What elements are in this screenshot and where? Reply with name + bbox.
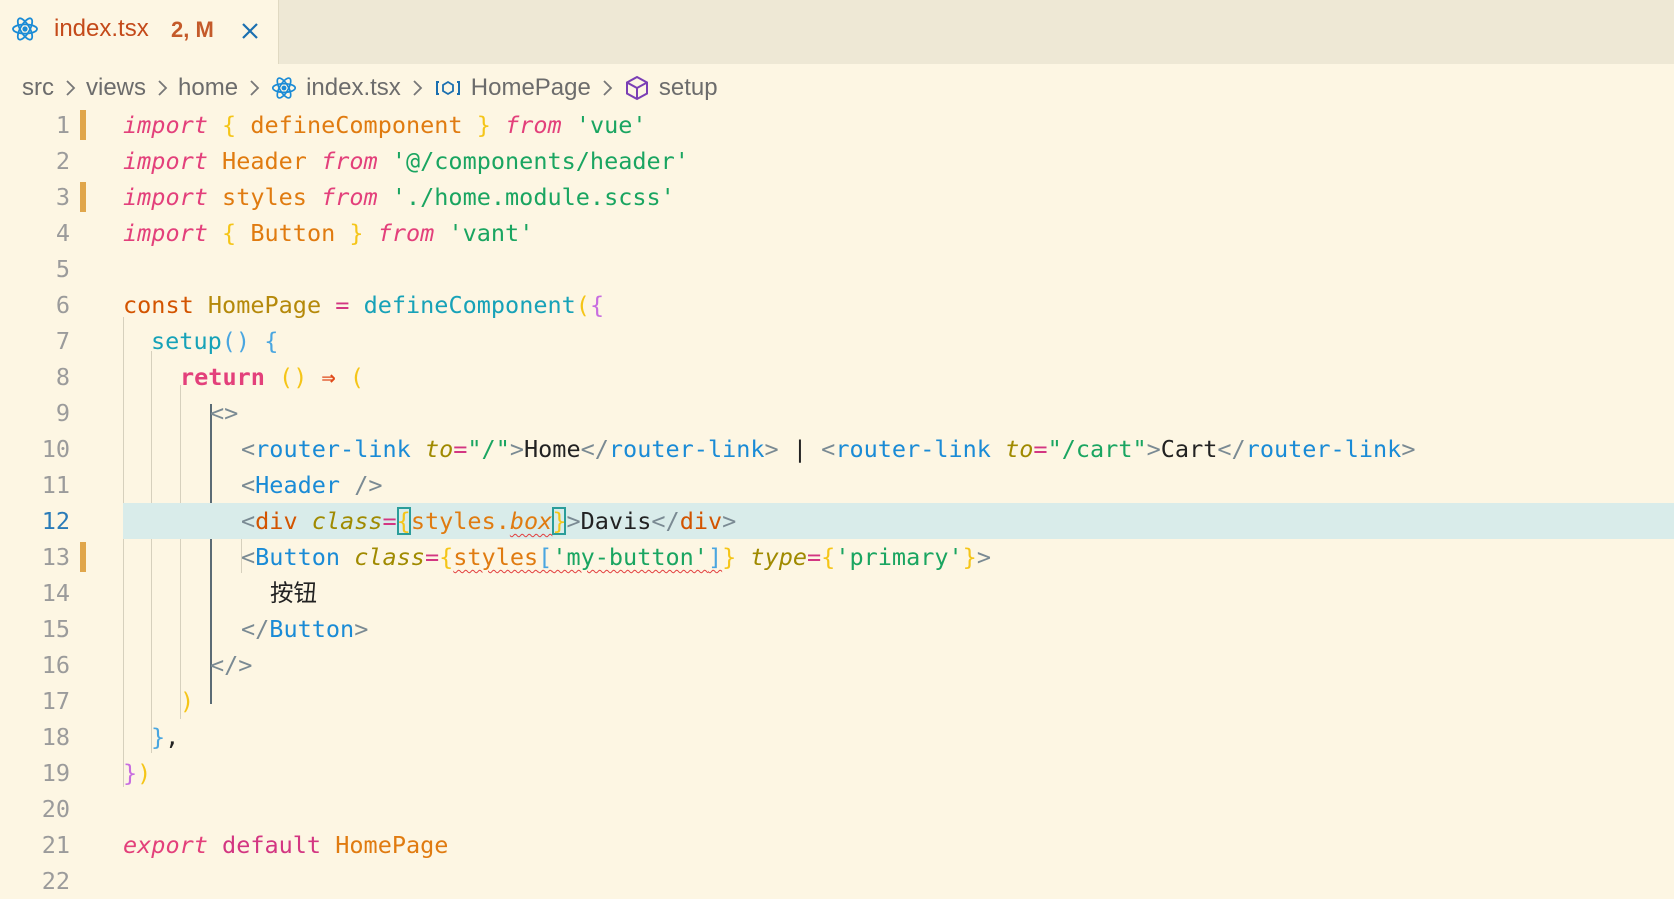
line-number: 12: [41, 507, 70, 535]
code-text: 按钮: [270, 579, 317, 607]
line-number: 7: [55, 327, 70, 355]
line-number: 3: [55, 183, 70, 211]
code-line: 3 import styles from './home.module.scss…: [0, 179, 1674, 215]
code-line: 14 按钮: [0, 575, 1674, 611]
chevron-right-icon: [158, 80, 168, 96]
breadcrumb-homepage[interactable]: HomePage: [433, 74, 591, 102]
line-number: 13: [41, 543, 70, 571]
code-line: 8 return () ⇒ (: [0, 359, 1674, 395]
chevron-right-icon: [603, 80, 613, 96]
line-number: 22: [41, 867, 70, 895]
code-line: 17 ): [0, 683, 1674, 719]
line-number: 18: [41, 723, 70, 751]
code-text: import { Button } from 'vant': [123, 219, 534, 247]
code-line: 4 import { Button } from 'vant': [0, 215, 1674, 251]
line-number: 16: [41, 651, 70, 679]
code-text: return () ⇒ (: [180, 363, 364, 391]
code-text: </>: [210, 651, 253, 679]
line-number: 19: [41, 759, 70, 787]
error-squiggle: box: [509, 507, 553, 535]
code-editor[interactable]: 1 import { defineComponent } from 'vue' …: [0, 107, 1674, 895]
react-icon: [12, 17, 38, 41]
close-icon[interactable]: [236, 17, 264, 45]
code-line-active: 12 <div class={styles.box}>Davis</div>: [0, 503, 1674, 539]
code-text: ): [180, 687, 195, 715]
code-text: export default HomePage: [123, 831, 449, 859]
line-number: 1: [55, 111, 70, 139]
code-text: <router-link to="/">Home</router-link> |…: [241, 435, 1416, 463]
line-number: 6: [55, 291, 70, 319]
line-number: 2: [55, 147, 70, 175]
line-number: 21: [41, 831, 70, 859]
code-line: 5: [0, 251, 1674, 287]
code-text: },: [151, 723, 180, 751]
method-cube-icon: [625, 75, 648, 101]
code-line: 1 import { defineComponent } from 'vue': [0, 107, 1674, 143]
code-line: 21 export default HomePage: [0, 827, 1674, 863]
line-number: 15: [41, 615, 70, 643]
code-line: 22: [0, 863, 1674, 899]
line-number: 17: [41, 687, 70, 715]
breadcrumb-setup[interactable]: setup: [623, 74, 718, 102]
breadcrumb-homepage-label: HomePage: [470, 74, 591, 101]
code-line: 6 const HomePage = defineComponent({: [0, 287, 1674, 323]
line-number: 14: [41, 579, 70, 607]
code-text: import styles from './home.module.scss': [123, 183, 675, 211]
code-text: <Header />: [241, 471, 383, 499]
code-text: <>: [210, 399, 239, 427]
breadcrumb-home[interactable]: home: [178, 74, 238, 102]
code-line: 9 <>: [0, 395, 1674, 431]
modified-marker: [80, 542, 86, 572]
line-number: 4: [55, 219, 70, 247]
variable-icon: [435, 80, 460, 96]
code-text: import Header from '@/components/header': [123, 147, 689, 175]
line-number: 20: [41, 795, 70, 823]
modified-marker: [80, 110, 86, 140]
code-line: 15 </Button>: [0, 611, 1674, 647]
breadcrumb-file-label: index.tsx: [306, 74, 401, 101]
code-text: setup() {: [151, 327, 279, 355]
code-text: <Button class={styles['my-button']} type…: [241, 543, 991, 571]
code-text: import { defineComponent } from 'vue': [123, 111, 647, 139]
chevron-right-icon: [66, 80, 76, 96]
code-line: 11 <Header />: [0, 467, 1674, 503]
bracket-match: {: [396, 507, 411, 535]
breadcrumb-views[interactable]: views: [86, 74, 146, 102]
line-number: 10: [41, 435, 70, 463]
code-text: }): [123, 759, 152, 787]
tab-status: 2, M: [171, 17, 214, 42]
code-text: const HomePage = defineComponent({: [123, 291, 605, 319]
code-text: <div class={styles.box}>Davis</div>: [241, 507, 737, 535]
code-line: 7 setup() {: [0, 323, 1674, 359]
tab-bar: index.tsx 2, M: [0, 0, 1674, 64]
modified-marker: [80, 182, 86, 212]
react-icon: [272, 77, 297, 99]
code-line: 20: [0, 791, 1674, 827]
line-number: 11: [41, 471, 70, 499]
breadcrumb-src[interactable]: src: [22, 74, 54, 102]
chevron-right-icon: [413, 80, 423, 96]
chevron-right-icon: [250, 80, 260, 96]
breadcrumb-setup-label: setup: [658, 74, 718, 101]
line-number: 5: [55, 255, 70, 283]
line-number: 8: [55, 363, 70, 391]
line-number: 9: [55, 399, 70, 427]
bracket-match: }: [552, 507, 567, 535]
tab-index-tsx[interactable]: index.tsx 2, M: [0, 0, 279, 64]
code-text: </Button>: [241, 615, 369, 643]
code-line: 2 import Header from '@/components/heade…: [0, 143, 1674, 179]
breadcrumb: src views home index.tsx HomePage setup: [22, 70, 718, 106]
code-line: 18 },: [0, 719, 1674, 755]
error-squiggle: styles['my-button']: [453, 543, 723, 571]
breadcrumb-file[interactable]: index.tsx: [270, 74, 401, 102]
tab-filename: index.tsx: [54, 15, 149, 42]
code-line: 10 <router-link to="/">Home</router-link…: [0, 431, 1674, 467]
code-line: 19 }): [0, 755, 1674, 791]
code-line: 16 </>: [0, 647, 1674, 683]
code-line: 13 <Button class={styles['my-button']} t…: [0, 539, 1674, 575]
